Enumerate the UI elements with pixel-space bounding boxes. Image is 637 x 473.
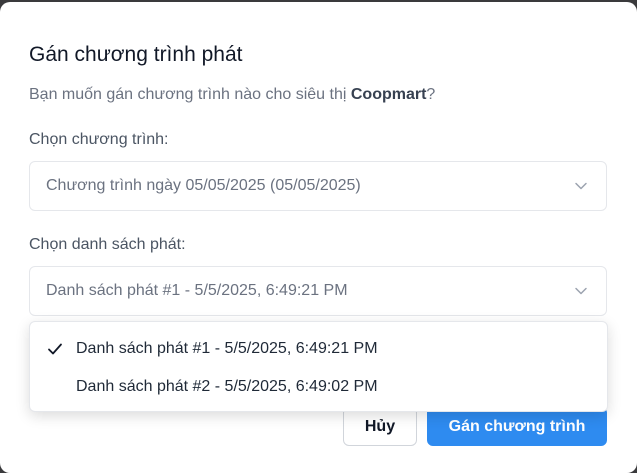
playlist-select-value: Danh sách phát #1 - 5/5/2025, 6:49:21 PM (46, 282, 348, 299)
program-select[interactable]: Chương trình ngày 05/05/2025 (05/05/2025… (29, 161, 607, 211)
subtitle-prefix: Bạn muốn gán chương trình nào cho siêu t… (29, 86, 351, 103)
program-select-value: Chương trình ngày 05/05/2025 (05/05/2025… (46, 177, 361, 194)
playlist-dropdown-menu: Danh sách phát #1 - 5/5/2025, 6:49:21 PM… (29, 321, 608, 412)
dialog-subtitle: Bạn muốn gán chương trình nào cho siêu t… (29, 84, 435, 106)
playlist-select[interactable]: Danh sách phát #1 - 5/5/2025, 6:49:21 PM (29, 266, 607, 316)
playlist-select-label: Chọn danh sách phát: (29, 236, 186, 253)
cancel-button[interactable]: Hủy (343, 407, 417, 446)
assign-program-button[interactable]: Gán chương trình (427, 407, 607, 446)
check-icon (48, 343, 62, 355)
store-name: Coopmart (350, 86, 427, 103)
subtitle-suffix: ? (426, 86, 436, 103)
assign-program-dialog: Gán chương trình phát Bạn muốn gán chươn… (0, 2, 637, 473)
playlist-option-label: Danh sách phát #1 - 5/5/2025, 6:49:21 PM (76, 340, 378, 357)
playlist-option[interactable]: Danh sách phát #1 - 5/5/2025, 6:49:21 PM (30, 330, 607, 368)
chevron-down-icon (575, 182, 587, 190)
playlist-option-label: Danh sách phát #2 - 5/5/2025, 6:49:02 PM (76, 378, 378, 395)
playlist-option[interactable]: Danh sách phát #2 - 5/5/2025, 6:49:02 PM (30, 368, 607, 406)
program-select-label: Chọn chương trình: (29, 131, 169, 148)
chevron-down-icon (575, 287, 587, 295)
dialog-title: Gán chương trình phát (29, 43, 243, 66)
